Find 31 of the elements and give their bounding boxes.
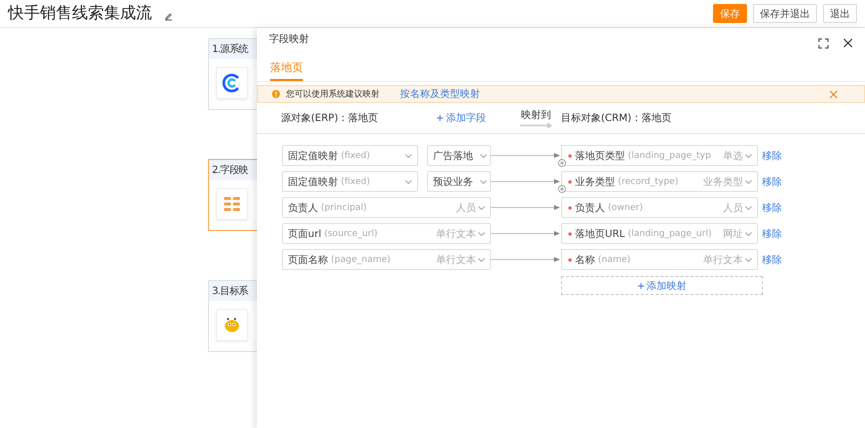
remove-link[interactable]: 移除 (762, 174, 782, 188)
mapping-type-select[interactable]: 固定值映射 (fixed) (282, 171, 418, 192)
step-label: 3.目标系 (212, 284, 248, 298)
add-mapping-button[interactable]: 添加映射 (561, 276, 763, 295)
map-to-label: 映射到 (521, 108, 551, 122)
alert-text: 您可以使用系统建议映射 (286, 88, 380, 100)
header-button[interactable]: 保存并退出 (753, 4, 817, 23)
target-object-label: 目标对象(CRM)：落地页 (561, 112, 672, 125)
add-field-link[interactable]: 添加字段 (437, 111, 511, 125)
suggest-link[interactable]: 按名称及类型映射 (400, 87, 480, 101)
target-field-select[interactable]: 落地页类型 (landing_page_typ 单选 (561, 145, 758, 166)
drawer-title: 字段映射 (269, 32, 309, 46)
value-select[interactable]: 预设业务 (427, 171, 491, 192)
target-field-select[interactable]: 名称 (name) 单行文本 (561, 249, 758, 270)
source-object-label: 源对象(ERP)：落地页 (281, 112, 380, 125)
step-label: 1.源系统 (212, 42, 248, 56)
target-field-select[interactable]: 业务类型 (record_type) 业务类型 (561, 171, 758, 192)
target-field-select[interactable]: 落地页URL (landing_page_url) 网址 (561, 223, 758, 244)
remove-link[interactable]: 移除 (762, 148, 782, 162)
page-title: 快手销售线索集成流 (8, 3, 152, 24)
value-select[interactable]: 广告落地 (427, 145, 491, 166)
remove-link[interactable]: 移除 (762, 252, 782, 266)
header-button[interactable]: 退出 (823, 4, 857, 23)
remove-link[interactable]: 移除 (762, 226, 782, 240)
mapping-type-select[interactable]: 固定值映射 (fixed) (282, 145, 418, 166)
step-label: 2.字段映 (212, 164, 248, 177)
remove-link[interactable]: 移除 (762, 200, 782, 214)
source-field-select[interactable]: 页面名称 (page_name) 单行文本 (282, 249, 491, 270)
source-field-select[interactable]: 负责人 (principal) 人员 (282, 197, 491, 218)
target-field-select[interactable]: 负责人 (owner) 人员 (561, 197, 758, 218)
source-field-select[interactable]: 页面url (source_url) 单行文本 (282, 223, 491, 244)
